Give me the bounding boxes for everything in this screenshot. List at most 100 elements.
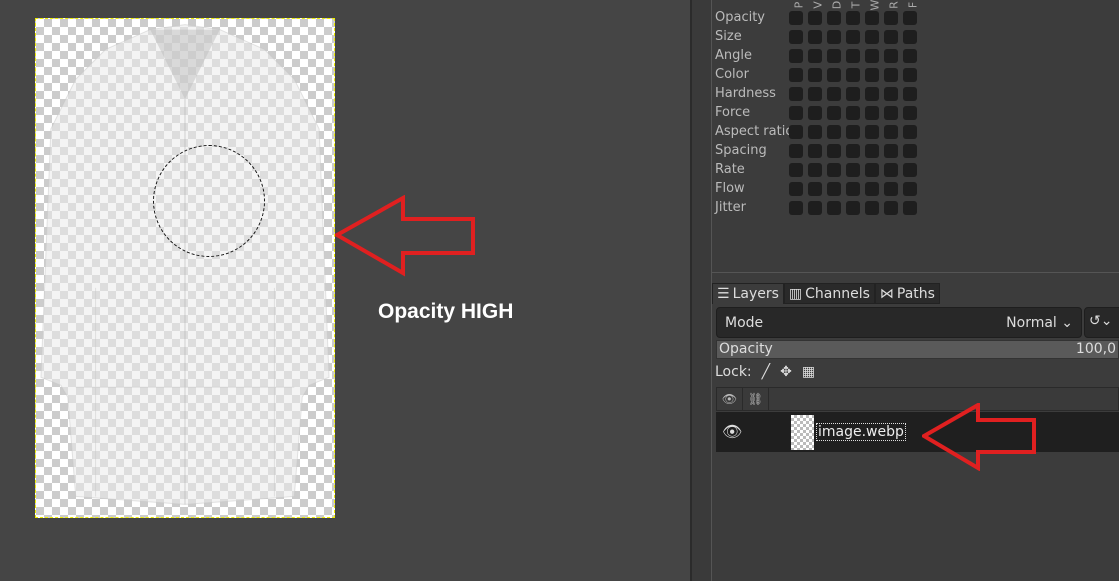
- dynamics-toggle[interactable]: [903, 10, 917, 25]
- dynamics-toggle[interactable]: [903, 105, 917, 120]
- dynamics-toggle[interactable]: [808, 67, 822, 82]
- dynamics-toggle[interactable]: [789, 181, 803, 196]
- dynamics-toggle[interactable]: [865, 10, 879, 25]
- dock-separator[interactable]: [712, 272, 1119, 278]
- dynamics-toggle[interactable]: [865, 162, 879, 177]
- dynamics-toggle[interactable]: [903, 181, 917, 196]
- image-canvas[interactable]: [35, 18, 335, 518]
- dynamics-toggle[interactable]: [808, 181, 822, 196]
- mode-label: Mode: [725, 314, 764, 331]
- dynamics-toggle[interactable]: [884, 10, 898, 25]
- layer-name[interactable]: image.webp: [816, 423, 906, 441]
- dynamics-toggle[interactable]: [884, 105, 898, 120]
- dynamics-toggle[interactable]: [884, 181, 898, 196]
- dynamics-toggle[interactable]: [827, 105, 841, 120]
- mode-select[interactable]: Mode Normal ⌄: [716, 307, 1082, 338]
- dynamics-toggle[interactable]: [846, 29, 860, 44]
- dynamics-toggle[interactable]: [884, 200, 898, 215]
- dynamics-toggle[interactable]: [865, 48, 879, 63]
- dynamics-toggle[interactable]: [808, 86, 822, 101]
- channels-icon: ▥: [788, 285, 803, 302]
- dynamics-toggle[interactable]: [884, 86, 898, 101]
- dynamics-toggle[interactable]: [846, 48, 860, 63]
- brush-outline: [153, 145, 265, 257]
- dynamics-row-label: Hardness: [715, 86, 776, 101]
- dynamics-toggle[interactable]: [789, 143, 803, 158]
- dynamics-toggle[interactable]: [827, 124, 841, 139]
- dynamics-toggle[interactable]: [846, 67, 860, 82]
- dynamics-toggle[interactable]: [846, 200, 860, 215]
- dynamics-toggle[interactable]: [789, 86, 803, 101]
- dynamics-toggle[interactable]: [789, 162, 803, 177]
- lock-pixels-icon[interactable]: ╱: [762, 364, 770, 380]
- dynamics-toggle[interactable]: [846, 10, 860, 25]
- dynamics-toggle[interactable]: [865, 200, 879, 215]
- dynamics-toggle[interactable]: [808, 124, 822, 139]
- dynamics-toggle[interactable]: [808, 200, 822, 215]
- dynamics-toggle[interactable]: [789, 48, 803, 63]
- lock-position-icon[interactable]: ✥: [780, 364, 792, 380]
- dynamics-toggle[interactable]: [827, 181, 841, 196]
- dynamics-toggle[interactable]: [865, 124, 879, 139]
- dynamics-toggle[interactable]: [903, 124, 917, 139]
- dynamics-toggle[interactable]: [903, 200, 917, 215]
- dynamics-toggle[interactable]: [808, 162, 822, 177]
- dynamics-toggle[interactable]: [827, 200, 841, 215]
- dynamics-toggle[interactable]: [789, 29, 803, 44]
- dynamics-toggle[interactable]: [789, 10, 803, 25]
- dynamics-toggle[interactable]: [827, 67, 841, 82]
- dynamics-toggle[interactable]: [903, 86, 917, 101]
- dynamics-toggle[interactable]: [789, 105, 803, 120]
- panel-divider[interactable]: [690, 0, 712, 581]
- dynamics-toggle[interactable]: [865, 29, 879, 44]
- dynamics-toggle[interactable]: [827, 48, 841, 63]
- dynamics-toggle[interactable]: [903, 143, 917, 158]
- composite-mode-select[interactable]: ↺⌄: [1084, 307, 1119, 338]
- dynamics-toggle[interactable]: [846, 162, 860, 177]
- dynamics-toggle[interactable]: [884, 124, 898, 139]
- dynamics-toggle[interactable]: [808, 29, 822, 44]
- dynamics-row: Spacing: [715, 141, 922, 160]
- dynamics-toggle[interactable]: [808, 10, 822, 25]
- dynamics-toggle[interactable]: [884, 67, 898, 82]
- opacity-slider[interactable]: Opacity 100,0: [716, 340, 1119, 359]
- dynamics-toggle[interactable]: [865, 181, 879, 196]
- dynamics-toggle[interactable]: [865, 67, 879, 82]
- dynamics-toggle[interactable]: [846, 143, 860, 158]
- tab-layers[interactable]: ☰ Layers: [712, 283, 784, 304]
- dynamics-toggle[interactable]: [884, 162, 898, 177]
- dynamics-toggle[interactable]: [846, 86, 860, 101]
- dynamics-toggle[interactable]: [884, 143, 898, 158]
- dynamics-toggle[interactable]: [903, 29, 917, 44]
- dynamics-toggle[interactable]: [865, 143, 879, 158]
- dynamics-toggle[interactable]: [808, 48, 822, 63]
- chevron-down-icon: ⌄: [1061, 314, 1073, 331]
- canvas-area[interactable]: Opacity HIGH: [0, 0, 690, 581]
- dynamics-toggle[interactable]: [789, 67, 803, 82]
- dynamics-toggle[interactable]: [846, 105, 860, 120]
- dynamics-toggle[interactable]: [884, 29, 898, 44]
- dynamics-toggle[interactable]: [808, 105, 822, 120]
- dynamics-toggle[interactable]: [827, 29, 841, 44]
- lock-alpha-icon[interactable]: ▦: [802, 364, 815, 380]
- dynamics-toggle[interactable]: [827, 162, 841, 177]
- dynamics-row: Angle: [715, 46, 922, 65]
- dynamics-toggle[interactable]: [846, 124, 860, 139]
- dynamics-toggle[interactable]: [827, 10, 841, 25]
- dynamics-toggle[interactable]: [789, 200, 803, 215]
- tab-channels[interactable]: ▥ Channels: [783, 283, 875, 304]
- tab-paths[interactable]: ⋈ Paths: [874, 283, 940, 304]
- dynamics-toggle[interactable]: [827, 86, 841, 101]
- layer-row[interactable]: 👁 image.webp: [716, 412, 1119, 452]
- dynamics-toggle[interactable]: [903, 67, 917, 82]
- dynamics-toggle[interactable]: [846, 181, 860, 196]
- dynamics-toggle[interactable]: [903, 48, 917, 63]
- visibility-eye-icon[interactable]: 👁: [722, 422, 742, 441]
- dynamics-toggle[interactable]: [903, 162, 917, 177]
- dynamics-toggle[interactable]: [865, 86, 879, 101]
- dynamics-toggle[interactable]: [789, 124, 803, 139]
- dynamics-toggle[interactable]: [808, 143, 822, 158]
- dynamics-toggle[interactable]: [827, 143, 841, 158]
- dynamics-toggle[interactable]: [865, 105, 879, 120]
- dynamics-toggle[interactable]: [884, 48, 898, 63]
